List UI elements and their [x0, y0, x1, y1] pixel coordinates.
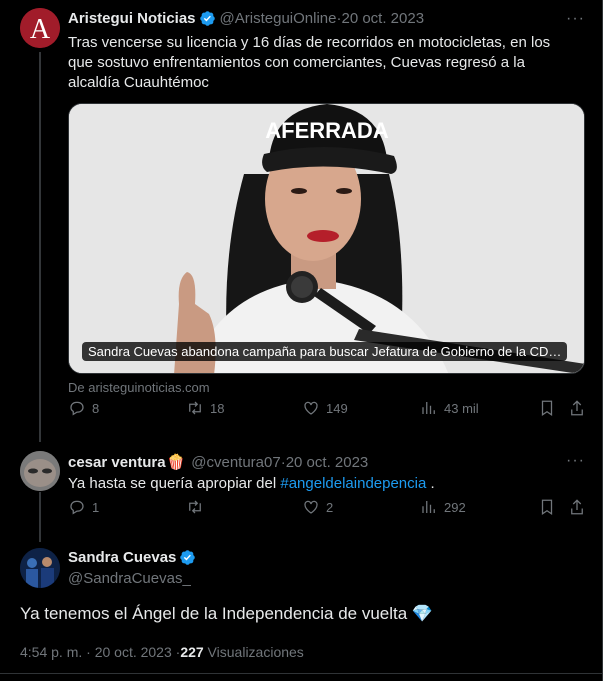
author-name[interactable]: Sandra Cuevas: [68, 549, 176, 566]
author-handle[interactable]: @SandraCuevas_: [68, 570, 191, 587]
user-avatar-photo: [20, 451, 60, 491]
views-button[interactable]: 292: [420, 498, 466, 516]
views-label: Visualizaciones: [203, 644, 304, 660]
more-options-icon[interactable]: ···: [566, 452, 585, 470]
bar-chart-icon: [422, 402, 435, 414]
tweet-text-part: .: [426, 475, 435, 492]
divider: [0, 673, 602, 674]
reply-button[interactable]: 8: [68, 399, 99, 417]
bookmark-icon: [541, 499, 553, 515]
bookmark-button[interactable]: [538, 399, 556, 417]
more-options-icon[interactable]: ···: [566, 10, 585, 28]
svg-text:AFERRADA: AFERRADA: [265, 118, 389, 143]
reply-icon: [70, 401, 84, 416]
bookmark-icon: [541, 400, 553, 416]
like-count: 149: [326, 400, 348, 416]
share-button[interactable]: [568, 399, 586, 417]
like-button[interactable]: 149: [302, 399, 348, 417]
thread-view: A Aristegui Noticias @AristeguiOnline · …: [0, 0, 603, 681]
share-icon: [571, 400, 583, 416]
tweet-header: cesar ventura 🍿 @cventura07 · 20 oct. 20…: [68, 453, 369, 472]
share-icon: [571, 499, 583, 515]
aristegui-logo-icon: A: [20, 8, 60, 48]
retweet-button[interactable]: 18: [186, 399, 224, 417]
avatar[interactable]: [20, 451, 60, 491]
user-avatar-photo: [20, 548, 60, 588]
avatar[interactable]: A: [20, 8, 60, 48]
thread-connector-line: [39, 52, 41, 442]
news-photo: AFERRADA: [69, 104, 584, 373]
link-card-caption: Sandra Cuevas abandona campaña para busc…: [82, 342, 568, 361]
tweet-text: Ya hasta se quería apropiar del #angelde…: [68, 474, 578, 494]
tweet-header: Sandra Cuevas: [68, 549, 196, 566]
share-button[interactable]: [568, 498, 586, 516]
reply-button[interactable]: 1: [68, 498, 99, 516]
view-count: 292: [444, 499, 466, 515]
author-handle[interactable]: @AristeguiOnline: [220, 10, 337, 27]
tweet-date[interactable]: 20 oct. 2023: [341, 10, 424, 27]
tweet-time[interactable]: 4:54 p. m. · 20 oct. 2023 ·: [20, 644, 180, 660]
bar-chart-icon: [422, 501, 435, 513]
reply-count: 8: [92, 400, 100, 416]
tweet-text-part: Ya hasta se quería apropiar del: [68, 475, 281, 492]
views-button[interactable]: 43 mil: [420, 399, 479, 417]
like-button[interactable]: 2: [302, 498, 333, 516]
link-card-image[interactable]: AFERRADA Sandra Cuevas abandona campaña …: [68, 103, 585, 374]
view-count: 43 mil: [444, 400, 479, 416]
svg-text:A: A: [30, 14, 51, 45]
reply-icon: [70, 500, 84, 515]
tweet-text: Tras vencerse su licencia y 16 días de r…: [68, 34, 551, 91]
verified-badge-icon: [180, 550, 196, 565]
retweet-button[interactable]: [186, 498, 210, 516]
bookmark-button[interactable]: [538, 498, 556, 516]
hashtag-link[interactable]: #angeldelaindepencia: [280, 475, 426, 492]
retweet-icon: [189, 500, 201, 514]
retweet-count: 18: [210, 400, 225, 416]
author-handle[interactable]: @cventura07: [191, 454, 280, 471]
like-count: 2: [326, 499, 334, 515]
link-card-source[interactable]: De aristeguinoticias.com: [68, 378, 210, 398]
heart-icon: [304, 500, 318, 514]
tweet-timestamp: 4:54 p. m. · 20 oct. 2023 · 227 Visualiz…: [20, 644, 304, 660]
retweet-icon: [189, 401, 201, 415]
tweet-header: Aristegui Noticias @AristeguiOnline · 20…: [68, 10, 424, 27]
author-name[interactable]: Aristegui Noticias: [68, 10, 196, 27]
thread-connector-line-2: [39, 492, 41, 542]
views-count: 227: [180, 644, 204, 660]
verified-badge-icon: [199, 11, 215, 26]
avatar[interactable]: [20, 548, 60, 588]
author-name[interactable]: cesar ventura: [68, 454, 166, 471]
heart-icon: [304, 401, 318, 415]
tweet-date[interactable]: 20 oct. 2023: [286, 454, 369, 471]
tweet-text: Ya tenemos el Ángel de la Independencia …: [20, 604, 434, 623]
popcorn-emoji: 🍿: [166, 454, 186, 471]
reply-count: 1: [92, 499, 100, 515]
